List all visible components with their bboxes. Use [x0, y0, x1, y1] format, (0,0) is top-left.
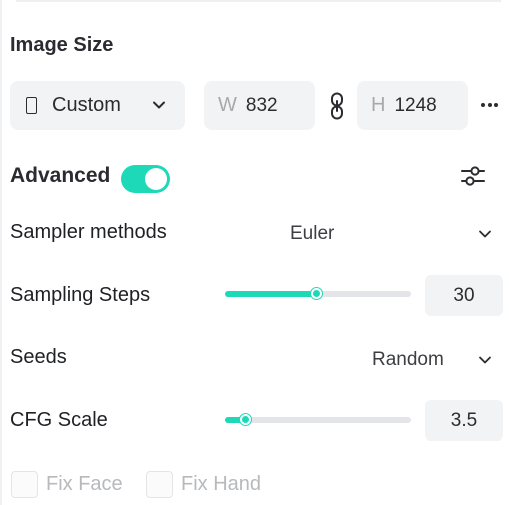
- sampling-steps-slider[interactable]: [225, 287, 411, 299]
- cfg-scale-input[interactable]: 3.5: [425, 400, 503, 441]
- aspect-ratio-select[interactable]: Custom: [10, 81, 185, 130]
- fix-hand-label: Fix Hand: [181, 473, 262, 495]
- slider-fill: [225, 291, 317, 297]
- width-input[interactable]: W 832: [204, 81, 315, 130]
- image-size-title: Image Size: [10, 34, 114, 56]
- sampling-steps-label: Sampling Steps: [10, 284, 151, 306]
- fix-face-checkbox[interactable]: [11, 471, 38, 498]
- fix-face-label: Fix Face: [46, 473, 123, 495]
- sampler-methods-select[interactable]: Euler: [290, 223, 334, 245]
- fix-face-option[interactable]: Fix Face: [11, 471, 123, 498]
- height-value: 1248: [394, 94, 437, 116]
- fix-hand-checkbox[interactable]: [146, 471, 173, 498]
- cfg-scale-label: CFG Scale: [10, 409, 108, 431]
- chevron-down-icon: [153, 101, 165, 109]
- aspect-ratio-label: Custom: [52, 94, 121, 116]
- height-prefix: H: [371, 94, 386, 116]
- sampler-methods-label: Sampler methods: [10, 221, 167, 243]
- advanced-toggle[interactable]: [121, 165, 170, 193]
- more-options-icon[interactable]: [481, 103, 498, 107]
- cfg-scale-slider[interactable]: [225, 413, 411, 425]
- fix-hand-option[interactable]: Fix Hand: [146, 471, 261, 498]
- link-aspect-icon[interactable]: [328, 92, 346, 120]
- seeds-label: Seeds: [10, 346, 67, 368]
- adjustments-icon[interactable]: [460, 163, 486, 189]
- slider-thumb[interactable]: [310, 287, 322, 299]
- slider-thumb[interactable]: [239, 413, 251, 425]
- top-divider: [16, 0, 501, 2]
- portrait-ratio-icon: [26, 97, 37, 114]
- width-prefix: W: [218, 94, 237, 116]
- width-value: 832: [245, 94, 278, 116]
- height-input[interactable]: H 1248: [357, 81, 468, 130]
- chevron-down-icon[interactable]: [477, 352, 493, 368]
- chevron-down-icon[interactable]: [477, 226, 493, 242]
- advanced-label: Advanced: [10, 164, 111, 187]
- left-divider: [0, 0, 2, 505]
- toggle-knob: [145, 168, 167, 190]
- seeds-select[interactable]: Random: [372, 349, 444, 371]
- sampling-steps-input[interactable]: 30: [425, 275, 503, 316]
